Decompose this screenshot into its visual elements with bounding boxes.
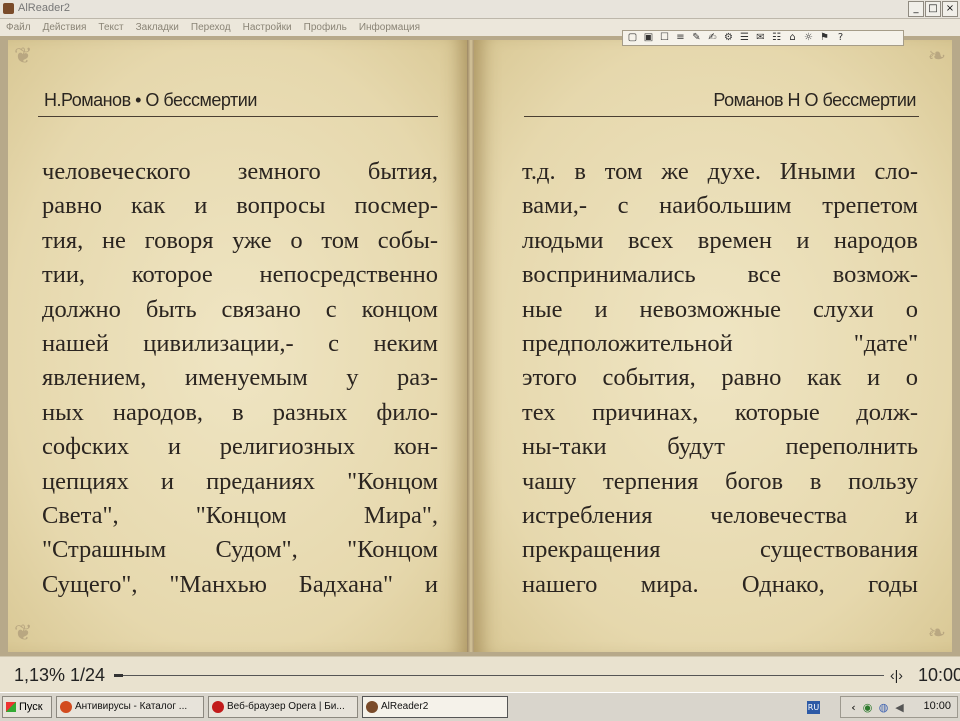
pin-icon[interactable]: ⚙ bbox=[722, 32, 735, 44]
flag-icon[interactable]: ⚑ bbox=[818, 32, 831, 44]
menu-profile[interactable]: Профиль bbox=[304, 19, 347, 36]
text-line: цепциях и преданиях "Концом bbox=[42, 467, 438, 495]
format-icon[interactable]: ☷ bbox=[770, 32, 783, 44]
opera-icon bbox=[212, 701, 224, 713]
text-line: софских и религиозных кон- bbox=[42, 433, 438, 461]
menu-text[interactable]: Текст bbox=[98, 19, 123, 36]
menu-info[interactable]: Информация bbox=[359, 19, 420, 36]
start-button[interactable]: Пуск bbox=[2, 696, 52, 718]
task-button-alreader[interactable]: AlReader2 bbox=[362, 696, 508, 718]
page-counter[interactable]: 1/24 bbox=[70, 665, 105, 686]
window-controls: _ □ × bbox=[908, 1, 958, 17]
minimize-button[interactable]: _ bbox=[908, 1, 924, 17]
start-label: Пуск bbox=[19, 701, 43, 713]
text-line: истребления человечества и bbox=[522, 502, 918, 530]
text-line: должно быть связано с концом bbox=[42, 295, 438, 323]
arrow-icon[interactable]: ‹ bbox=[847, 701, 860, 714]
select-icon[interactable]: ▣ bbox=[642, 32, 655, 44]
tray-clock: 10:00 bbox=[923, 700, 951, 712]
status-clock: 10:00 bbox=[918, 665, 960, 685]
task-button-opera[interactable]: Веб-браузер Opera | Би... bbox=[208, 696, 358, 718]
text-line: явлением, именуемым у раз- bbox=[42, 364, 438, 392]
text-line: ных народов, в разных фило- bbox=[42, 398, 438, 426]
window-title: AlReader2 bbox=[18, 2, 70, 14]
globe-icon[interactable]: ◍ bbox=[877, 701, 890, 714]
text-line: этого события, равно как и о bbox=[522, 364, 918, 392]
menu-file[interactable]: Файл bbox=[6, 19, 31, 36]
note-icon[interactable]: ✉ bbox=[754, 32, 767, 44]
text-line: ные и невозможные слухи о bbox=[522, 295, 918, 323]
right-page-text: т.д. в том же духе. Иными сло- вами,- с … bbox=[522, 155, 918, 602]
left-header-rule bbox=[38, 116, 438, 117]
app-icon bbox=[3, 3, 14, 14]
text-line: людьми всех времен и народов bbox=[522, 226, 918, 254]
sound-icon[interactable]: ‹|› bbox=[890, 667, 903, 683]
text-line: тех причинах, которые долж- bbox=[522, 398, 918, 426]
corner-ornament-icon: ❦ bbox=[14, 621, 33, 646]
text-line: "Страшным Судом", "Концом bbox=[42, 536, 438, 564]
right-page[interactable]: ❧ ❧ Романов Н О бессмертии т.д. в том же… bbox=[474, 40, 952, 652]
close-button[interactable]: × bbox=[942, 1, 958, 17]
maximize-button[interactable]: □ bbox=[925, 1, 941, 17]
bookmark-icon[interactable]: ☐ bbox=[658, 32, 671, 44]
reading-progress-fill bbox=[114, 674, 123, 677]
text-line: нашего мира. Однако, годы bbox=[522, 570, 918, 598]
reader-toolbar: ▢ ▣ ☐ ≡ ✎ ✍ ⚙ ☰ ✉ ☷ ⌂ ☼ ⚑ ? bbox=[622, 30, 904, 46]
task-label: Веб-браузер Opera | Би... bbox=[227, 701, 345, 712]
menu-go[interactable]: Переход bbox=[191, 19, 231, 36]
corner-ornament-icon: ❧ bbox=[927, 621, 946, 646]
menu-bookmarks[interactable]: Закладки bbox=[136, 19, 179, 36]
text-line: прекращения существования bbox=[522, 536, 918, 564]
text-line: вами,- с наибольшим трепетом bbox=[522, 192, 918, 220]
task-label: AlReader2 bbox=[381, 701, 429, 712]
left-page-header: Н.Романов • О бессмертии bbox=[44, 90, 257, 110]
menu-actions[interactable]: Действия bbox=[43, 19, 87, 36]
help-icon[interactable]: ? bbox=[834, 32, 847, 44]
text-line: равно как и вопросы посмер- bbox=[42, 192, 438, 220]
pen-icon[interactable]: ✎ bbox=[690, 32, 703, 44]
toc-icon[interactable]: ☰ bbox=[738, 32, 751, 44]
grid-icon[interactable]: ⌂ bbox=[786, 32, 799, 44]
network-icon[interactable]: ◉ bbox=[861, 701, 874, 714]
right-page-header: Романов Н О бессмертии bbox=[713, 90, 916, 110]
text-line: Сущего", "Манхью Бадхана" и bbox=[42, 570, 438, 598]
text-line: воспринимались все возмож- bbox=[522, 261, 918, 289]
left-page-text: человеческого земного бытия, равно как и… bbox=[42, 155, 438, 602]
menu-settings[interactable]: Настройки bbox=[243, 19, 292, 36]
text-line: Света", "Концом Мира", bbox=[42, 502, 438, 530]
language-indicator[interactable]: RU bbox=[807, 701, 820, 714]
text-line: чашу терпения богов в пользу bbox=[522, 467, 918, 495]
book-view[interactable]: ❦ ❦ Н.Романов • О бессмертии человеческо… bbox=[0, 36, 960, 656]
page-icon[interactable]: ▢ bbox=[626, 32, 639, 44]
alreader-icon bbox=[366, 701, 378, 713]
task-button-antivirus[interactable]: Антивирусы - Каталог ... bbox=[56, 696, 204, 718]
corner-ornament-icon: ❧ bbox=[927, 44, 946, 69]
text-line: тия, не говоря уже о том собы- bbox=[42, 226, 438, 254]
settings-icon[interactable]: ☼ bbox=[802, 32, 815, 44]
text-line: предположительной "дате" bbox=[522, 330, 918, 358]
right-header-rule bbox=[524, 116, 919, 117]
text-line: ны-таки будут переполнить bbox=[522, 433, 918, 461]
volume-icon[interactable]: ◀ bbox=[893, 701, 906, 714]
system-tray: RU ‹ ◉ ◍ ◀ 10:00 bbox=[807, 696, 958, 718]
corner-ornament-icon: ❦ bbox=[14, 44, 33, 69]
status-bar: 1,13% 1/24 ‹|› 10:00 bbox=[0, 656, 960, 693]
find-icon[interactable]: ≡ bbox=[674, 32, 687, 44]
text-line: человеческого земного бытия, bbox=[42, 158, 438, 185]
firefox-icon bbox=[60, 701, 72, 713]
task-label: Антивирусы - Каталог ... bbox=[75, 701, 188, 712]
windows-logo-icon bbox=[6, 702, 16, 712]
left-page[interactable]: ❦ ❦ Н.Романов • О бессмертии человеческо… bbox=[8, 40, 468, 652]
text-line: тии, которое непосредственно bbox=[42, 261, 438, 289]
text-line: нашей цивилизации,- с неким bbox=[42, 330, 438, 358]
reading-progress-bar[interactable] bbox=[114, 674, 884, 677]
tool-icon[interactable]: ✍ bbox=[706, 32, 719, 44]
taskbar: Пуск Антивирусы - Каталог ... Веб-браузе… bbox=[0, 692, 960, 721]
text-line: т.д. в том же духе. Иными сло- bbox=[522, 158, 918, 185]
title-bar: AlReader2 _ □ × bbox=[0, 0, 960, 19]
progress-percent: 1,13% bbox=[14, 665, 66, 685]
